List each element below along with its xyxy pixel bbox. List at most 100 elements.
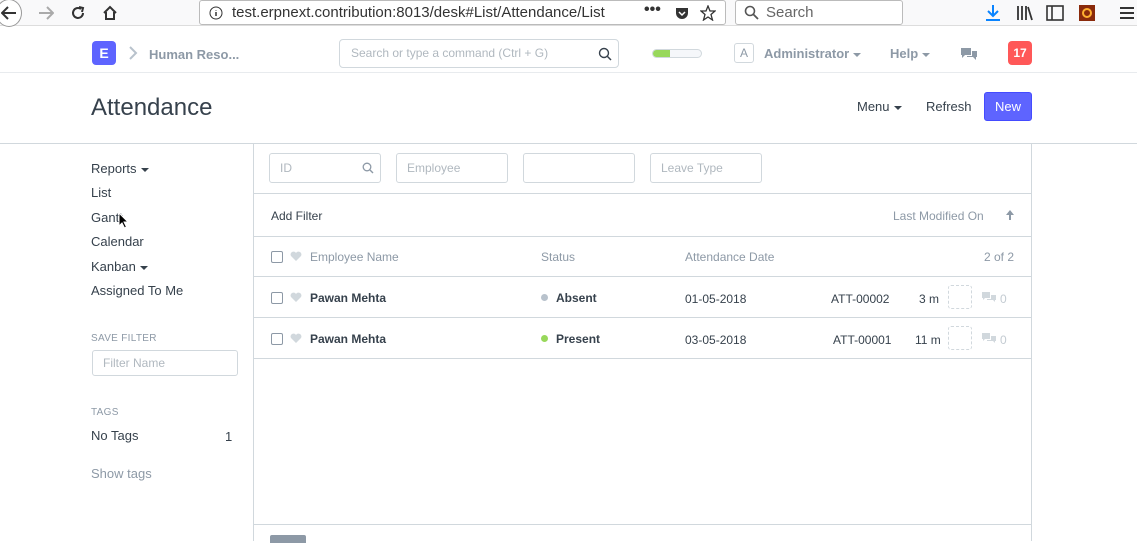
status-dot: [541, 335, 548, 343]
heart-icon[interactable]: [290, 333, 302, 344]
show-tags-link[interactable]: Show tags: [91, 466, 152, 481]
id-filter-input[interactable]: ID: [269, 153, 381, 183]
user-menu-label: Administrator: [764, 46, 850, 61]
sidebar-item-list[interactable]: List: [91, 185, 111, 200]
user-menu[interactable]: Administrator: [764, 46, 862, 61]
sidebar-item-kanban[interactable]: Kanban: [91, 259, 148, 274]
filter-name-input[interactable]: Filter Name: [92, 350, 238, 376]
breadcrumb[interactable]: Human Reso...: [149, 47, 239, 62]
add-filter-button[interactable]: Add Filter: [271, 209, 322, 223]
column-header-status: Status: [541, 250, 576, 264]
employee-name[interactable]: Pawan Mehta: [310, 291, 386, 305]
help-menu-label: Help: [890, 46, 919, 61]
list-panel: ID Employee Leave Type Add Filter Last M…: [253, 144, 1032, 543]
assign-placeholder[interactable]: [948, 285, 972, 309]
star-icon[interactable]: [700, 5, 716, 21]
home-icon: [103, 5, 117, 20]
back-button[interactable]: [0, 0, 22, 27]
modified-time: 3 m: [919, 292, 940, 306]
reload-icon: [72, 6, 85, 19]
comment-icon: [982, 333, 996, 343]
status-label: Present: [556, 332, 601, 346]
back-arrow-icon: [1, 6, 16, 20]
sidebar-toggle-icon[interactable]: [1045, 3, 1065, 23]
heart-icon[interactable]: [290, 251, 302, 262]
command-search-placeholder: Search or type a command (Ctrl + G): [351, 46, 549, 60]
info-icon[interactable]: [209, 6, 223, 20]
sidebar-item-assigned-to-me[interactable]: Assigned To Me: [91, 283, 183, 298]
assign-placeholder[interactable]: [948, 326, 972, 350]
url-bar[interactable]: test.erpnext.contribution:8013/desk#List…: [199, 0, 726, 25]
employee-name[interactable]: Pawan Mehta: [310, 332, 386, 346]
browser-search-bar[interactable]: Search: [735, 0, 903, 25]
comment-icon: [982, 292, 996, 302]
forward-button[interactable]: [36, 3, 56, 23]
row-checkbox[interactable]: [271, 292, 283, 304]
divider: [254, 276, 1031, 277]
attendance-date: 01-05-2018: [685, 292, 747, 306]
divider: [254, 236, 1031, 237]
status-dot: [541, 294, 548, 302]
avatar[interactable]: A: [734, 43, 754, 63]
divider: [254, 317, 1031, 318]
menu-button[interactable]: Menu: [857, 99, 902, 114]
attendance-date: 03-05-2018: [685, 333, 747, 347]
mouse-cursor-icon: [118, 212, 130, 229]
menu-button-label: Menu: [857, 99, 890, 114]
status-badge: Absent: [541, 291, 597, 305]
blank-filter-input[interactable]: [523, 153, 635, 183]
search-icon: [744, 5, 759, 20]
more-actions-icon[interactable]: •••: [644, 0, 661, 21]
heart-icon[interactable]: [290, 292, 302, 303]
page-head: Attendance Menu Refresh New: [0, 74, 1137, 144]
employee-filter-input[interactable]: Employee: [396, 153, 508, 183]
divider: [254, 193, 1031, 194]
tag-no-tags[interactable]: No Tags: [91, 428, 138, 443]
hamburger-menu-icon[interactable]: [1117, 3, 1137, 23]
status-label: Absent: [556, 291, 597, 305]
sort-ascending-icon[interactable]: [1005, 209, 1015, 221]
page-title: Attendance: [91, 94, 213, 121]
sidebar-item-calendar[interactable]: Calendar: [91, 234, 144, 249]
new-button[interactable]: New: [984, 92, 1032, 121]
record-id: ATT-00002: [831, 292, 890, 306]
pocket-icon[interactable]: [674, 5, 690, 21]
reload-button[interactable]: [68, 3, 88, 23]
caret-down-icon: [139, 265, 148, 270]
row-checkbox[interactable]: [271, 333, 283, 345]
column-header-attendance-date: Attendance Date: [685, 250, 775, 264]
save-filter-heading: SAVE FILTER: [91, 333, 157, 344]
extension-icon[interactable]: [1077, 3, 1097, 23]
download-icon[interactable]: [983, 3, 1003, 23]
forward-arrow-icon: [39, 6, 54, 20]
sidebar-item-label: Reports: [91, 161, 137, 176]
sidebar-item-reports[interactable]: Reports: [91, 161, 149, 176]
paging-button[interactable]: [270, 535, 306, 543]
search-icon: [598, 47, 612, 61]
command-search-input[interactable]: Search or type a command (Ctrl + G): [339, 39, 619, 68]
tags-heading: TAGS: [91, 407, 119, 418]
select-all-checkbox[interactable]: [271, 251, 283, 263]
comment-count: 0: [1000, 292, 1007, 306]
app-logo[interactable]: E: [92, 41, 116, 65]
refresh-button[interactable]: Refresh: [926, 99, 972, 114]
record-id: ATT-00001: [833, 333, 892, 347]
modified-time: 11 m: [915, 333, 941, 347]
list-footer-divider: [254, 524, 1031, 525]
caret-down-icon: [140, 167, 149, 172]
chat-icon[interactable]: [960, 46, 978, 62]
result-count: 2 of 2: [984, 250, 1015, 264]
column-header-employee-name: Employee Name: [310, 250, 399, 264]
notification-badge[interactable]: 17: [1008, 41, 1032, 65]
help-menu[interactable]: Help: [890, 46, 931, 61]
browser-search-placeholder: Search: [766, 4, 814, 21]
comment-count: 0: [1000, 333, 1007, 347]
url-text: test.erpnext.contribution:8013/desk#List…: [232, 4, 605, 21]
library-icon[interactable]: [1015, 3, 1035, 23]
sort-selector[interactable]: Last Modified On: [893, 209, 984, 223]
home-button[interactable]: [100, 3, 120, 23]
app-navbar: E Human Reso... Search or type a command…: [0, 27, 1137, 73]
divider: [254, 358, 1031, 359]
leave-type-filter-input[interactable]: Leave Type: [650, 153, 762, 183]
status-badge: Present: [541, 332, 600, 346]
